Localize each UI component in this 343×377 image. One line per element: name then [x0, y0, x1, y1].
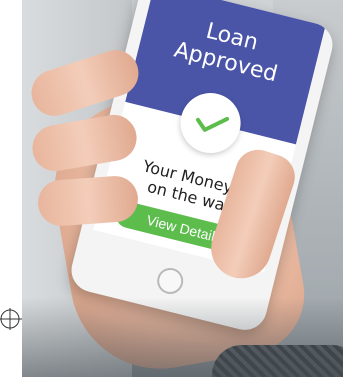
home-button[interactable] [154, 265, 186, 297]
photo: Loan Approved Your Money is on the way. … [22, 0, 343, 377]
bottom-shade [22, 297, 343, 377]
checkmark-icon [195, 116, 230, 132]
finger-3 [36, 174, 140, 228]
crop-mark-icon [0, 308, 22, 330]
